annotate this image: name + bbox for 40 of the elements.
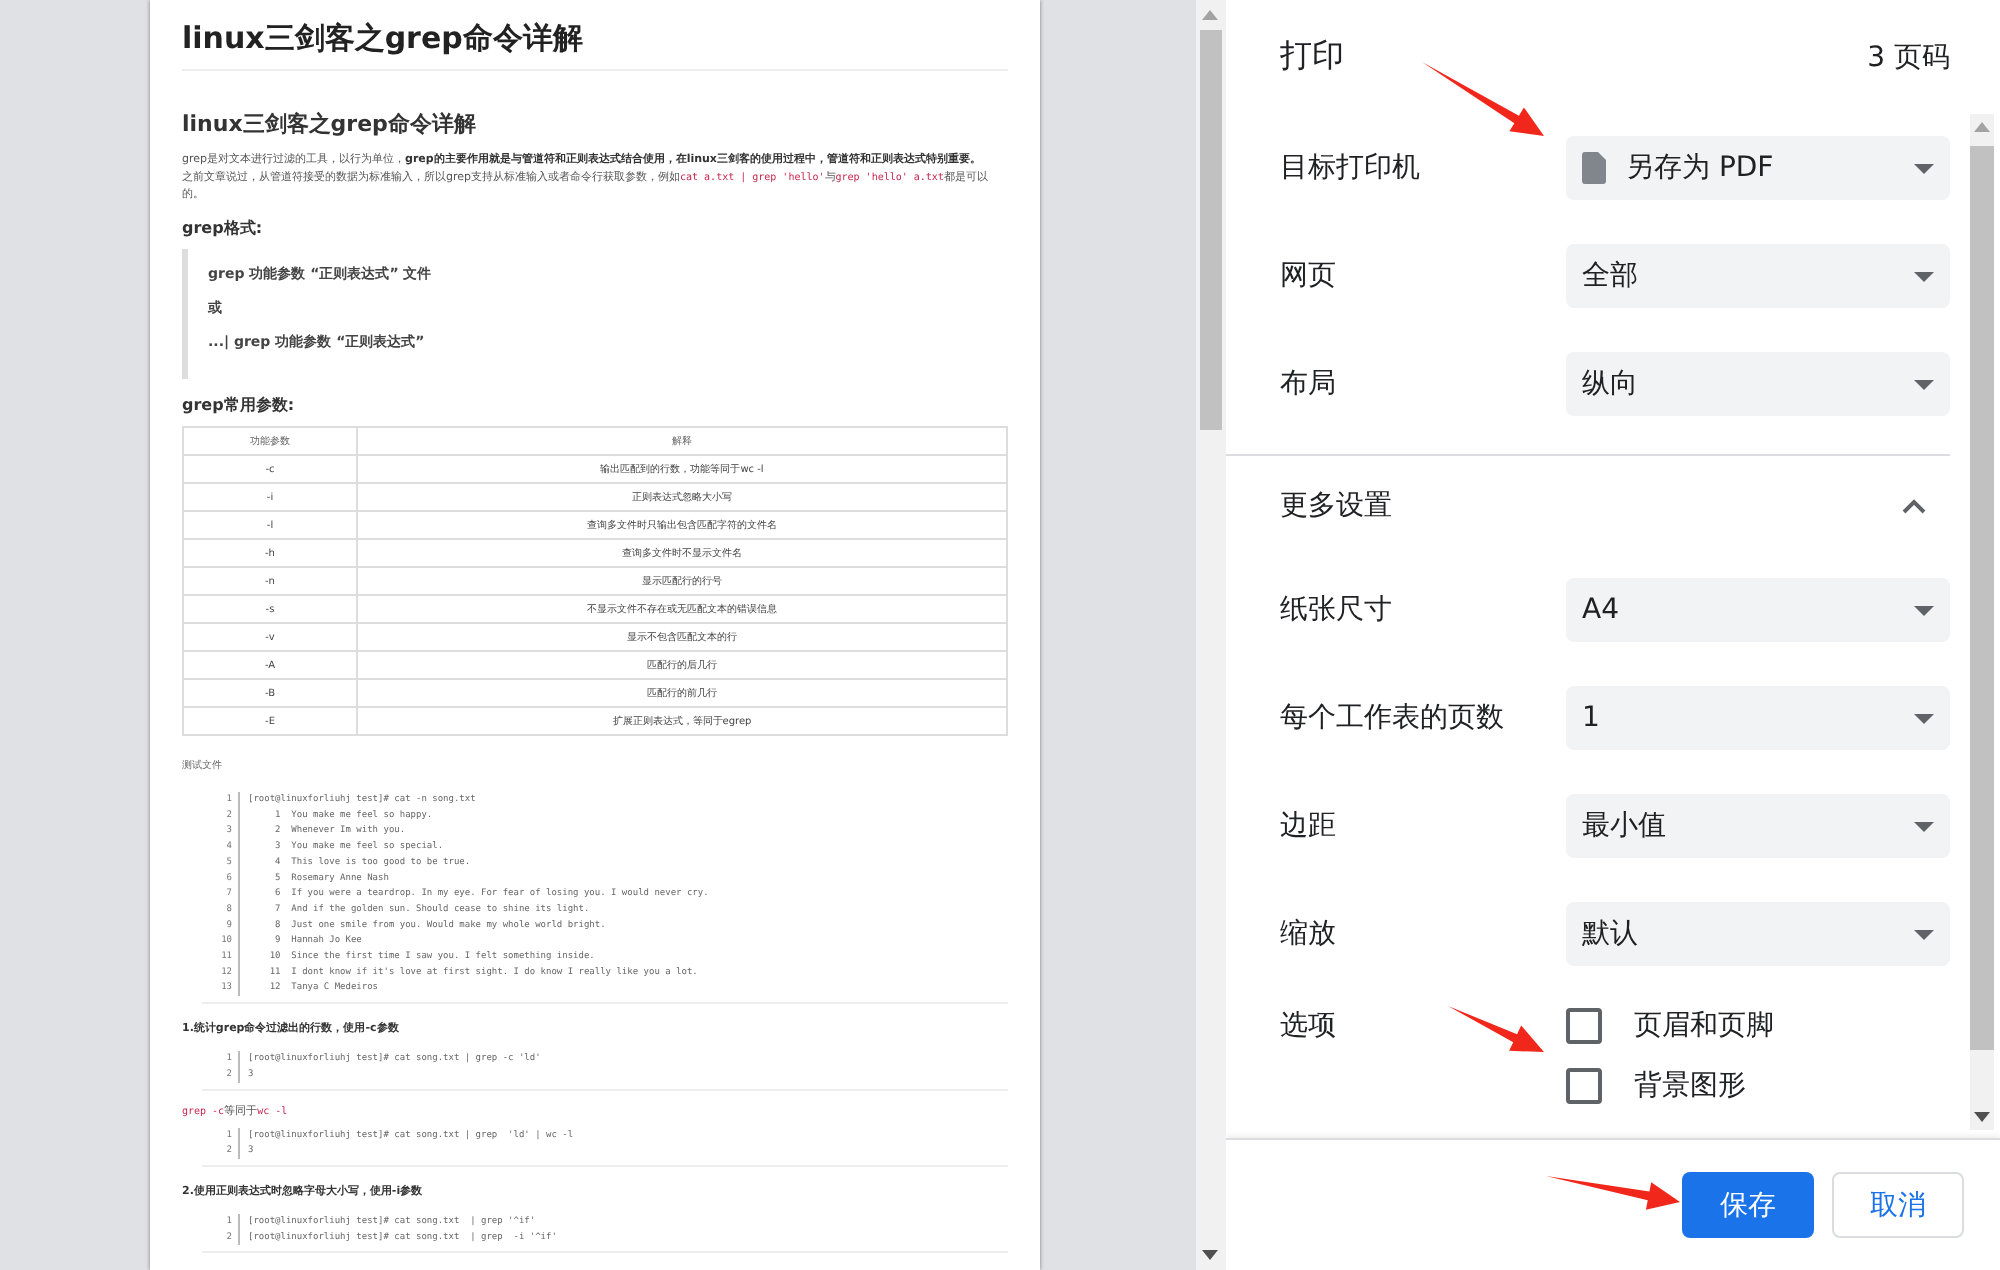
dropdown[interactable]: A4 — [1566, 578, 1950, 642]
annotation-arrow — [1448, 1006, 1544, 1052]
dropdown-caret-icon — [1914, 821, 1934, 831]
dropdown-caret-icon — [1914, 271, 1934, 281]
section-heading: grep格式: — [182, 218, 265, 239]
dropdown-caret-icon — [1914, 379, 1934, 389]
document-icon — [1582, 152, 1606, 184]
dropdown-caret-icon — [1914, 163, 1934, 173]
article-heading: linux三剑客之grep命令详解 — [182, 110, 478, 139]
dropdown-caret-icon — [1914, 605, 1934, 615]
dropdown[interactable]: 另存为 PDF — [1566, 136, 1950, 200]
dropdown-caret-icon — [1914, 713, 1934, 723]
dropdown[interactable]: 纵向 — [1566, 352, 1950, 416]
annotation-arrow — [1546, 1176, 1680, 1210]
setting-label: 每个工作表的页数 — [1280, 700, 1506, 736]
save-button[interactable]: 保存 — [1682, 1172, 1814, 1238]
setting-label: 目标打印机 — [1280, 150, 1422, 186]
dropdown[interactable]: 1 — [1566, 686, 1950, 750]
dropdown[interactable]: 全部 — [1566, 244, 1950, 308]
scrollbar[interactable] — [1970, 114, 1994, 1130]
dropdown[interactable]: 最小值 — [1566, 794, 1950, 858]
dropdown-caret-icon — [1914, 929, 1934, 939]
chevron-icon — [1902, 498, 1926, 514]
page-title: linux三剑客之grep命令详解 — [182, 18, 1008, 71]
dropdown[interactable]: 默认 — [1566, 902, 1950, 966]
setting-label: 边距 — [1280, 808, 1338, 844]
more-settings-toggle[interactable]: 更多设置 — [1226, 456, 1950, 556]
setting-label: 缩放 — [1280, 916, 1338, 952]
setting-label: 布局 — [1280, 366, 1338, 402]
page-count: 3 页码 — [1867, 39, 1950, 75]
checkbox[interactable]: 背景图形 — [1566, 1068, 1950, 1104]
checkbox[interactable]: 页眉和页脚 — [1566, 1008, 1950, 1044]
section-heading: grep常用参数: — [182, 395, 297, 416]
print-title: 打印 — [1280, 36, 1344, 78]
annotation-arrow — [1422, 62, 1544, 136]
setting-label: 选项 — [1280, 1008, 1336, 1044]
scrollbar[interactable] — [1196, 0, 1226, 1270]
setting-label: 纸张尺寸 — [1280, 592, 1394, 628]
cancel-button[interactable]: 取消 — [1832, 1172, 1964, 1238]
setting-label: 网页 — [1280, 258, 1338, 294]
